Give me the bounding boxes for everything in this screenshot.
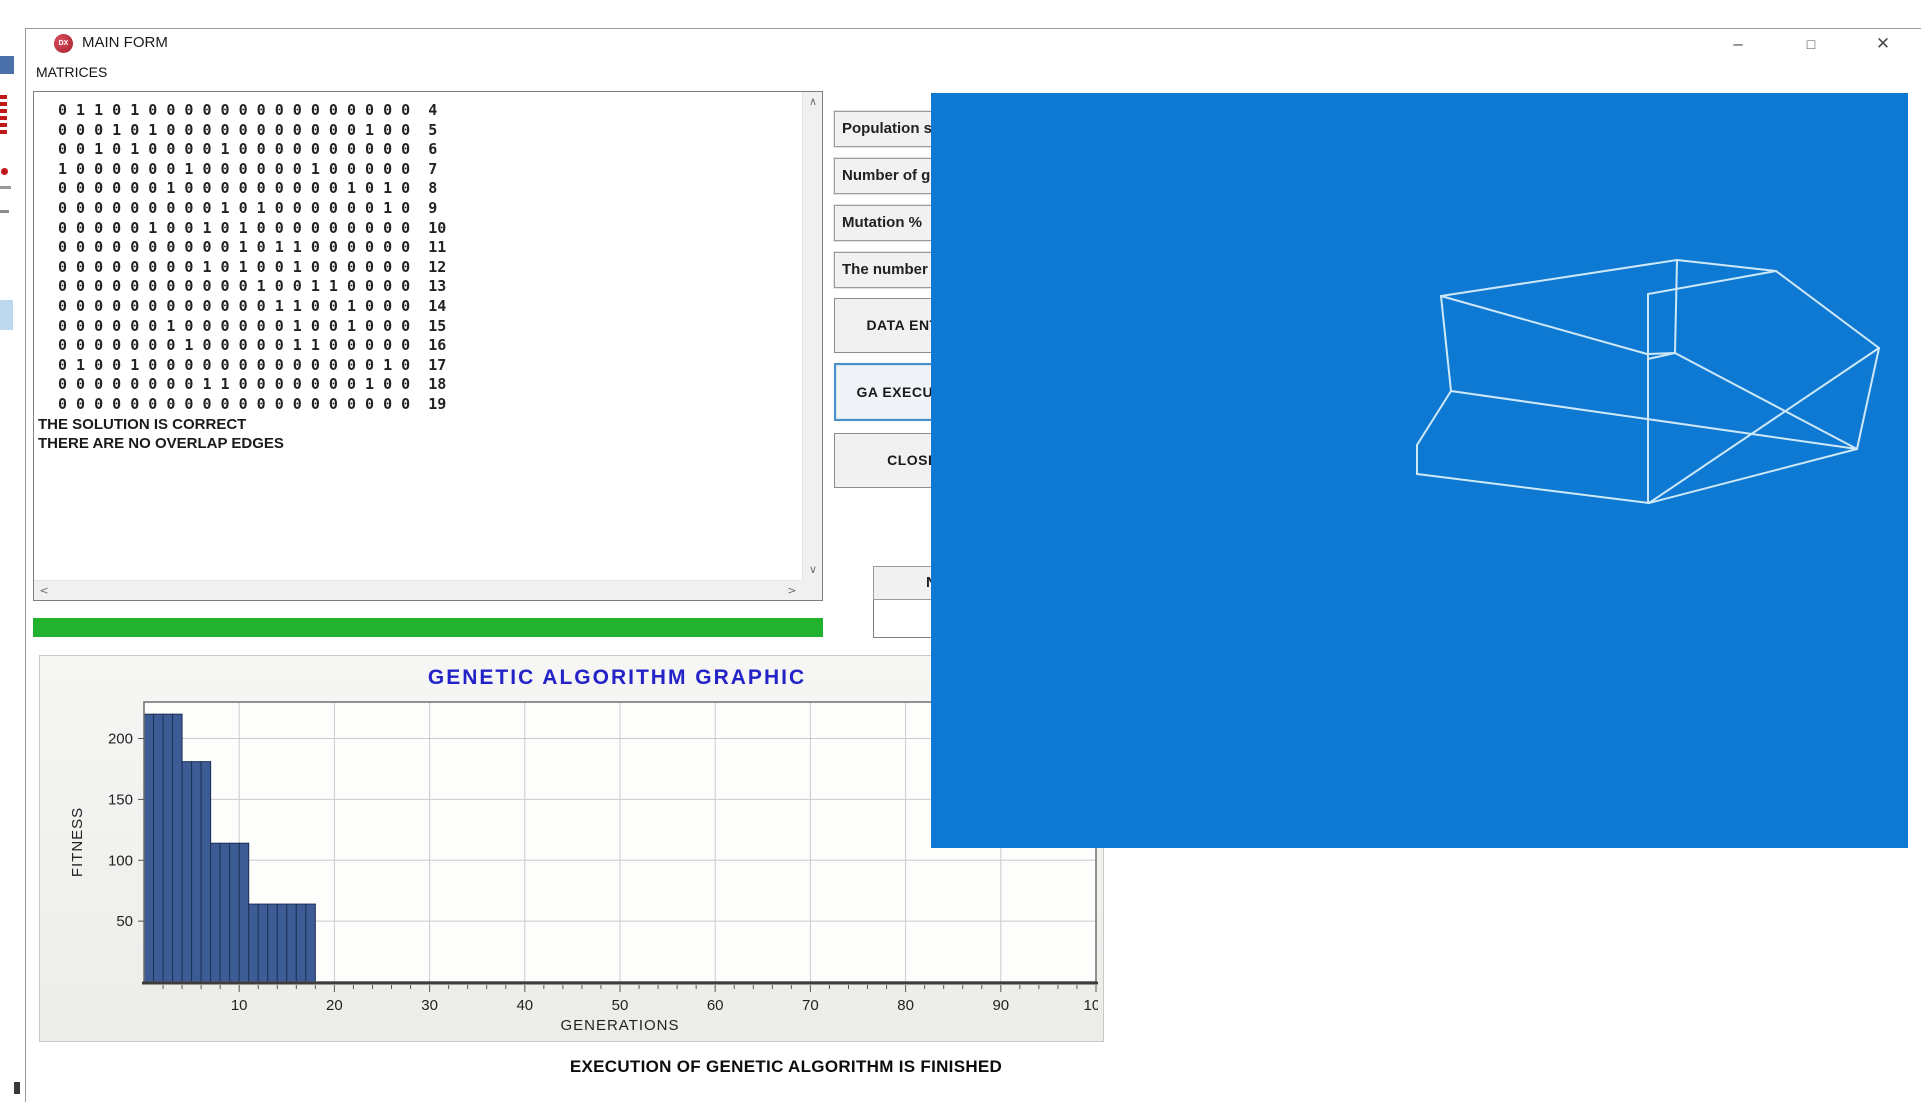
svg-text:FITNESS: FITNESS [69,807,86,877]
svg-text:40: 40 [516,997,533,1014]
matrix-row: 0 0 0 0 0 0 0 0 1 0 1 0 0 1 0 0 0 0 0 0 … [34,258,802,278]
scroll-down-icon[interactable]: ∨ [803,560,823,580]
matrix-row: 0 0 0 1 0 1 0 0 0 0 0 0 0 0 0 0 0 1 0 0 … [34,121,802,141]
background-artifact [1,168,8,175]
memo-message: THERE ARE NO OVERLAP EDGES [34,434,802,454]
title-bar[interactable]: DX MAIN FORM – □ ✕ [26,29,1921,59]
svg-text:200: 200 [108,731,133,748]
background-artifact [0,186,11,189]
background-artifact [0,300,13,330]
status-text: EXECUTION OF GENETIC ALGORITHM IS FINISH… [186,1057,1386,1077]
app-icon: DX [54,34,73,53]
matrix-row: 0 0 0 0 0 0 0 0 0 0 0 1 0 0 1 1 0 0 0 0 … [34,277,802,297]
matrix-row: 0 0 0 0 0 0 0 0 0 0 0 0 0 0 0 0 0 0 0 0 … [34,395,802,415]
scroll-up-icon[interactable]: ∧ [803,92,823,112]
minimize-button[interactable]: – [1721,31,1755,57]
svg-text:10: 10 [231,997,248,1014]
svg-text:50: 50 [116,913,133,930]
main-form-window: DX MAIN FORM – □ ✕ MATRICES 0 1 1 0 1 0 … [25,28,1921,1102]
horizontal-scrollbar[interactable]: < > [34,580,802,600]
matrix-row: 0 0 0 0 0 0 0 0 1 1 0 0 0 0 0 0 0 1 0 0 … [34,375,802,395]
window-title: MAIN FORM [82,34,168,51]
wireframe-3d-model [931,93,1908,848]
svg-text:100: 100 [1083,997,1098,1014]
progress-bar [33,618,823,637]
matrix-row: 0 0 0 0 0 0 0 1 0 0 0 0 0 1 1 0 0 0 0 0 … [34,336,802,356]
matrix-row: 0 1 0 0 1 0 0 0 0 0 0 0 0 0 0 0 0 0 1 0 … [34,356,802,376]
svg-text:30: 30 [421,997,438,1014]
svg-text:50: 50 [612,997,629,1014]
maximize-button[interactable]: □ [1794,31,1828,57]
svg-text:60: 60 [707,997,724,1014]
svg-text:20: 20 [326,997,343,1014]
svg-text:GENERATIONS: GENERATIONS [560,1017,679,1034]
background-artifact [0,56,14,74]
svg-text:80: 80 [897,997,914,1014]
matrix-row: 0 1 1 0 1 0 0 0 0 0 0 0 0 0 0 0 0 0 0 0 … [34,101,802,121]
background-artifact [14,1082,20,1094]
background-artifact [0,210,9,213]
matrix-row: 0 0 0 0 0 1 0 0 1 0 1 0 0 0 0 0 0 0 0 0 … [34,219,802,239]
svg-text:100: 100 [108,852,133,869]
matrix-row: 0 0 1 0 1 0 0 0 0 1 0 0 0 0 0 0 0 0 0 0 … [34,140,802,160]
scroll-left-icon[interactable]: < [34,581,54,601]
matrix-output-memo[interactable]: 0 1 1 0 1 0 0 0 0 0 0 0 0 0 0 0 0 0 0 0 … [33,91,823,601]
matrix-row: 0 0 0 0 0 0 0 0 0 0 1 0 1 1 0 0 0 0 0 0 … [34,238,802,258]
matrix-row: 1 0 0 0 0 0 0 1 0 0 0 0 0 0 1 0 0 0 0 0 … [34,160,802,180]
menu-bar: MATRICES [26,59,1921,85]
scrollbar-corner [802,580,822,600]
vertical-scrollbar[interactable]: ∧ ∨ [802,92,822,580]
svg-text:90: 90 [992,997,1009,1014]
scroll-right-icon[interactable]: > [782,581,802,601]
background-artifact [0,95,7,135]
memo-message: THE SOLUTION IS CORRECT [34,415,802,435]
memo-content: 0 1 1 0 1 0 0 0 0 0 0 0 0 0 0 0 0 0 0 0 … [34,92,802,580]
matrix-row: 0 0 0 0 0 0 1 0 0 0 0 0 0 0 0 0 1 0 1 0 … [34,179,802,199]
matrix-row: 0 0 0 0 0 0 0 0 0 0 0 0 1 1 0 0 1 0 0 0 … [34,297,802,317]
svg-text:150: 150 [108,791,133,808]
matrix-row: 0 0 0 0 0 0 0 0 0 1 0 1 0 0 0 0 0 0 1 0 … [34,199,802,219]
menu-item-matrices[interactable]: MATRICES [32,62,111,82]
close-button[interactable]: ✕ [1866,31,1900,57]
render-viewport [931,93,1908,848]
svg-text:70: 70 [802,997,819,1014]
matrix-row: 0 0 0 0 0 0 1 0 0 0 0 0 0 1 0 0 1 0 0 0 … [34,317,802,337]
